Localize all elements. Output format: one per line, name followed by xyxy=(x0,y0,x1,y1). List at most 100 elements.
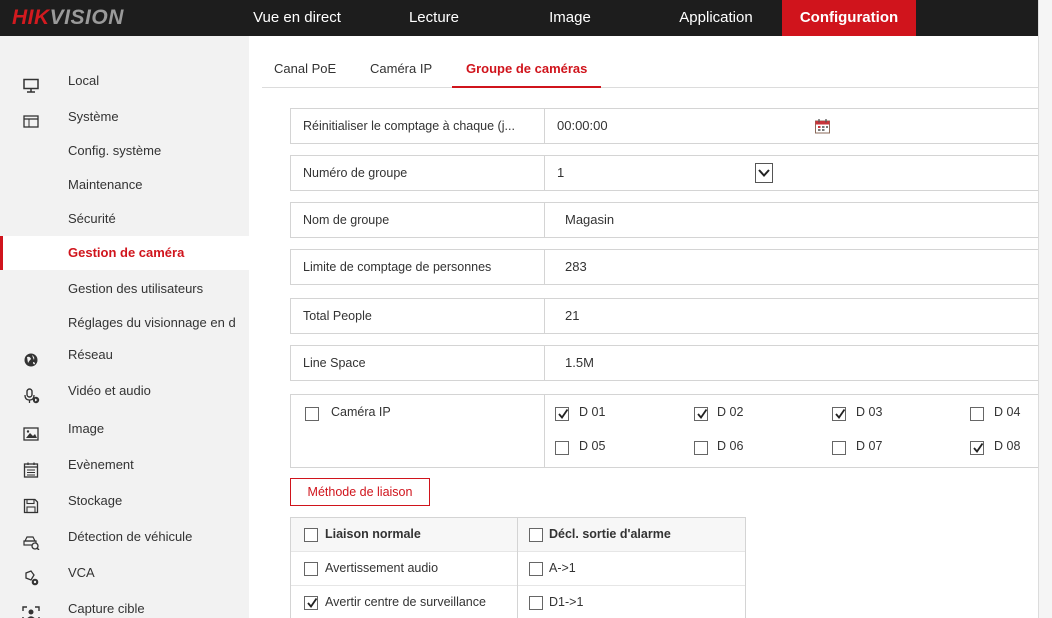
table-column-divider xyxy=(517,518,518,618)
group-name-input[interactable]: Magasin xyxy=(565,203,614,237)
nav-live-view[interactable]: Vue en direct xyxy=(249,0,345,36)
line-space-value: 1.5M xyxy=(565,355,594,370)
ip-camera-label: Caméra IP xyxy=(331,405,391,419)
people-limit-row: Limite de comptage de personnes 283 xyxy=(290,249,1050,285)
camera-d08-checkbox[interactable] xyxy=(970,441,984,455)
nav-playback[interactable]: Lecture xyxy=(390,0,478,36)
camera-d07-label: D 07 xyxy=(856,439,883,453)
field-divider xyxy=(544,346,545,380)
reset-counting-label: Réinitialiser le comptage à chaque (j... xyxy=(303,119,515,133)
sidebar-item-video-audio[interactable]: Vidéo et audio xyxy=(0,374,249,408)
table-header-row: Liaison normale Décl. sortie d'alarme xyxy=(291,518,745,552)
sidebar-item-label: Système xyxy=(68,109,119,124)
group-number-row: Numéro de groupe 1 xyxy=(290,155,1050,191)
camera-d01-label: D 01 xyxy=(579,405,606,419)
camera-d05-label: D 05 xyxy=(579,439,606,453)
sidebar-item-storage[interactable]: Stockage xyxy=(0,484,249,518)
sidebar-item-label: Gestion de caméra xyxy=(68,245,185,260)
notify-surveillance-center-label: Avertir centre de surveillance xyxy=(325,595,486,609)
sidebar-item-label: Stockage xyxy=(68,493,123,508)
camera-d08-label: D 08 xyxy=(994,439,1021,453)
vehicle-detection-icon xyxy=(22,529,40,551)
audio-warning-label: Avertissement audio xyxy=(325,561,439,575)
normal-linkage-header: Liaison normale xyxy=(325,527,421,541)
sidebar-item-label: VCA xyxy=(68,565,95,580)
floppy-disk-icon xyxy=(22,493,40,514)
camera-d03-checkbox[interactable] xyxy=(832,407,846,421)
sidebar-item-system[interactable]: Système xyxy=(0,100,249,134)
chevron-down-icon[interactable] xyxy=(755,163,773,183)
ip-camera-all-checkbox[interactable] xyxy=(305,407,319,421)
alarm-output-all-checkbox[interactable] xyxy=(529,528,543,542)
sidebar-item-label: Image xyxy=(68,421,105,436)
calendar-icon[interactable] xyxy=(814,118,831,134)
sidebar-item-event[interactable]: Evènement xyxy=(0,448,249,482)
group-name-row: Nom de groupe Magasin xyxy=(290,202,1050,238)
camera-d04-checkbox[interactable] xyxy=(970,407,984,421)
camera-d05-checkbox[interactable] xyxy=(555,441,569,455)
alarm-output-header: Décl. sortie d'alarme xyxy=(549,527,671,541)
group-number-select[interactable]: 1 xyxy=(557,156,564,190)
linkage-method-button[interactable]: Méthode de liaison xyxy=(290,478,430,506)
calendar-icon xyxy=(22,457,40,478)
nav-application[interactable]: Application xyxy=(666,0,766,36)
group-number-label: Numéro de groupe xyxy=(303,166,408,180)
reset-counting-row: Réinitialiser le comptage à chaque (j...… xyxy=(290,108,1050,144)
camera-d07-checkbox[interactable] xyxy=(832,441,846,455)
tab-ip-camera[interactable]: Caméra IP xyxy=(370,50,432,88)
sidebar-item-security[interactable]: Sécurité xyxy=(0,202,249,236)
field-divider xyxy=(544,299,545,333)
sidebar-item-label: Réglages du visionnage en d xyxy=(68,315,236,330)
group-name-label: Nom de groupe xyxy=(303,213,390,227)
total-people-value: 21 xyxy=(565,308,580,323)
sidebar-item-user-management[interactable]: Gestion des utilisateurs xyxy=(0,272,249,306)
capture-target-icon xyxy=(22,601,40,618)
sidebar-item-label: Local xyxy=(68,73,100,88)
audio-warning-checkbox[interactable] xyxy=(304,562,318,576)
sidebar-item-vehicle-detection[interactable]: Détection de véhicule xyxy=(0,520,249,554)
config-tabs: Canal PoE Caméra IP Groupe de caméras xyxy=(262,50,1040,88)
nav-image[interactable]: Image xyxy=(530,0,610,36)
sidebar-item-target-capture[interactable]: Capture cible xyxy=(0,592,249,618)
normal-linkage-all-checkbox[interactable] xyxy=(304,528,318,542)
sidebar-item-camera-management[interactable]: Gestion de caméra xyxy=(0,236,249,270)
camera-d02-checkbox[interactable] xyxy=(694,407,708,421)
sidebar-item-label: Evènement xyxy=(68,457,134,472)
sidebar-item-vca[interactable]: VCA xyxy=(0,556,249,590)
sidebar-item-maintenance[interactable]: Maintenance xyxy=(0,168,249,202)
scrollbar[interactable] xyxy=(1038,0,1052,618)
field-divider xyxy=(544,395,545,467)
camera-d06-label: D 06 xyxy=(717,439,744,453)
tab-poe-channel[interactable]: Canal PoE xyxy=(274,50,336,88)
sidebar-item-label: Config. système xyxy=(68,143,162,158)
camera-d02-label: D 02 xyxy=(717,405,744,419)
sidebar-item-image[interactable]: Image xyxy=(0,412,249,446)
output-d1-checkbox[interactable] xyxy=(529,596,543,610)
people-limit-input[interactable]: 283 xyxy=(565,250,587,284)
sidebar-item-viewing-settings[interactable]: Réglages du visionnage en d xyxy=(0,306,249,340)
field-divider xyxy=(544,109,545,143)
tab-camera-group[interactable]: Groupe de caméras xyxy=(452,50,602,88)
field-divider xyxy=(544,250,545,284)
nav-configuration[interactable]: Configuration xyxy=(782,0,916,36)
camera-d06-checkbox[interactable] xyxy=(694,441,708,455)
sidebar-item-label: Détection de véhicule xyxy=(68,529,193,544)
linkage-table: Liaison normale Décl. sortie d'alarme Av… xyxy=(290,517,746,618)
vca-icon xyxy=(22,565,40,586)
output-a1-label: A->1 xyxy=(549,561,576,575)
sidebar-item-network[interactable]: Réseau xyxy=(0,338,249,372)
notify-surveillance-center-checkbox[interactable] xyxy=(304,596,318,610)
reset-time-input[interactable]: 00:00:00 xyxy=(557,109,608,143)
window-icon xyxy=(22,109,40,128)
logo-part-2: VISION xyxy=(49,6,124,29)
top-navigation-bar: HIKVISION Vue en direct Lecture Image Ap… xyxy=(0,0,1052,36)
camera-d01-checkbox[interactable] xyxy=(555,407,569,421)
camera-d03-label: D 03 xyxy=(856,405,883,419)
table-row: Avertissement audio A->1 xyxy=(291,552,745,586)
sidebar-item-system-config[interactable]: Config. système xyxy=(0,134,249,168)
sidebar-item-local[interactable]: Local xyxy=(0,64,249,98)
globe-icon xyxy=(22,347,40,367)
total-people-label: Total People xyxy=(303,309,372,323)
output-a1-checkbox[interactable] xyxy=(529,562,543,576)
sidebar-item-label: Sécurité xyxy=(68,211,116,226)
